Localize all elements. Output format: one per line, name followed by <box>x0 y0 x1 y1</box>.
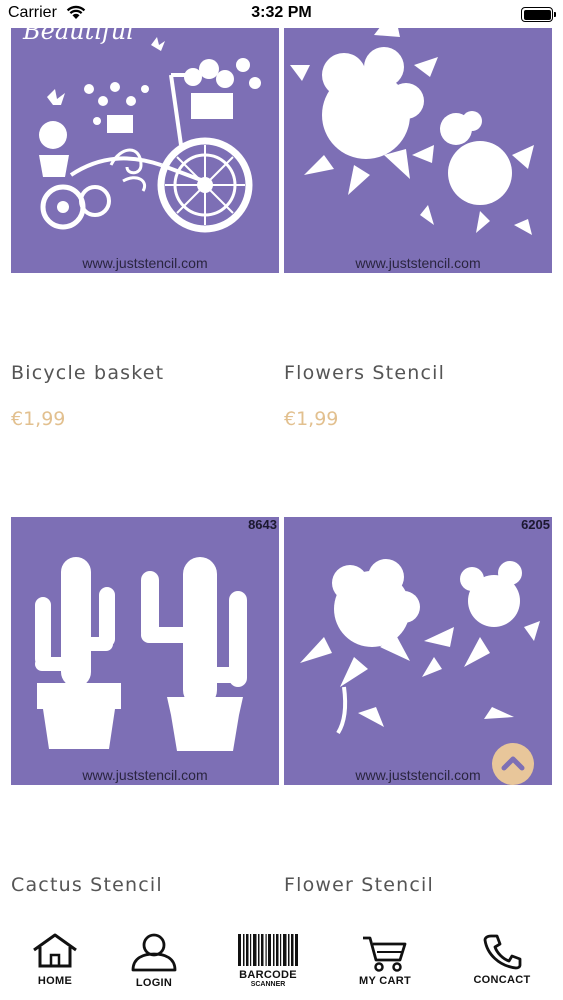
bottom-tab-bar: HOME LOGIN BARCODE SCANNER MY CART CONCA… <box>0 924 563 1000</box>
product-code: 8643 <box>248 517 277 532</box>
cactus-stencil-art <box>35 557 247 751</box>
product-title[interactable]: Cactus Stencil <box>11 874 163 896</box>
tab-label: LOGIN <box>135 977 173 989</box>
flowers-stencil-art <box>290 9 534 235</box>
status-time: 3:32 PM <box>251 4 312 21</box>
tab-contact[interactable]: CONCACT <box>452 924 552 1000</box>
product-price: €1,99 <box>11 408 66 430</box>
chevron-up-icon <box>501 756 525 771</box>
tab-label: HOME <box>37 975 73 987</box>
tab-home[interactable]: HOME <box>5 924 105 1000</box>
phone-icon <box>483 934 522 970</box>
product-title[interactable]: Bicycle basket <box>11 362 164 384</box>
product-image[interactable]: www.juststencil.com <box>284 5 552 273</box>
barcode-icon <box>238 934 298 966</box>
home-icon <box>33 933 77 968</box>
tab-barcode-scanner[interactable]: BARCODE SCANNER <box>218 924 318 1000</box>
bicycle-stencil-art: Beautiful <box>22 17 261 233</box>
product-watermark: www.juststencil.com <box>82 255 208 271</box>
tab-sublabel: SCANNER <box>250 981 286 988</box>
user-icon <box>131 933 177 972</box>
tab-label: MY CART <box>358 975 411 987</box>
product-title[interactable]: Flowers Stencil <box>284 362 445 384</box>
product-watermark: www.juststencil.com <box>82 767 208 783</box>
product-image[interactable]: 8643 www.juststencil.com <box>11 517 279 785</box>
product-price: €1,99 <box>284 408 339 430</box>
product-watermark: www.juststencil.com <box>355 255 481 271</box>
product-title[interactable]: Flower Stencil <box>284 874 434 896</box>
tab-my-cart[interactable]: MY CART <box>335 924 435 1000</box>
product-code: 6205 <box>521 517 550 532</box>
tab-login[interactable]: LOGIN <box>104 924 204 1000</box>
tab-label: BARCODE <box>239 969 297 981</box>
product-image[interactable]: Beautiful www.juststencil.com <box>11 5 279 273</box>
scroll-to-top-button[interactable] <box>492 743 534 785</box>
cart-icon <box>363 936 407 972</box>
status-bar: Carrier 3:32 PM <box>0 0 563 28</box>
tab-label: CONCACT <box>473 974 531 986</box>
battery-icon <box>521 7 556 22</box>
